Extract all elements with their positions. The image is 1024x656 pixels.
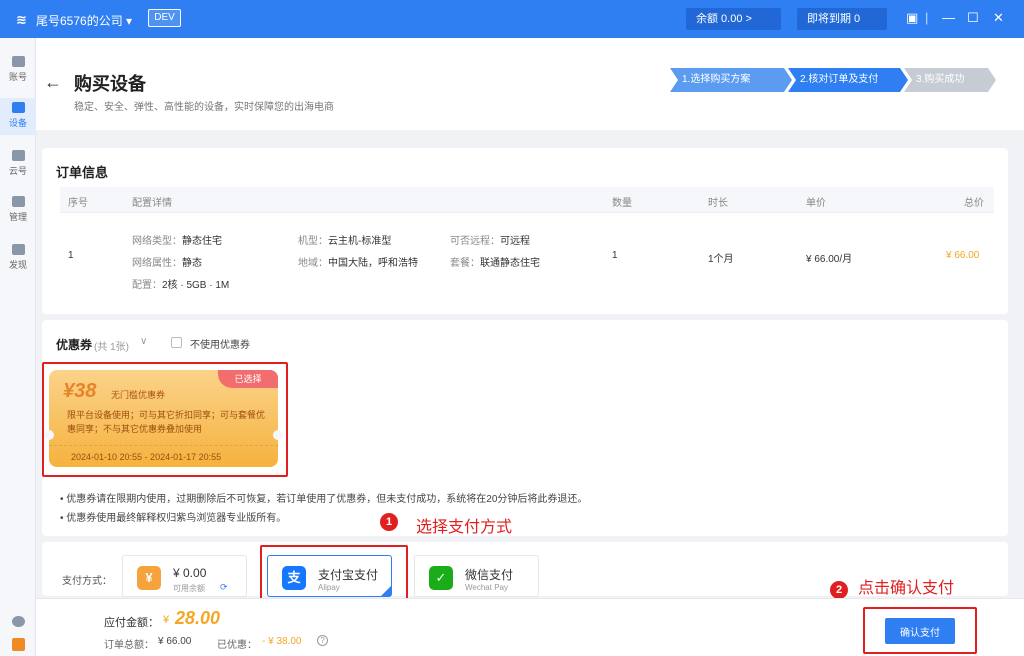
back-button[interactable]: ← <box>44 72 62 93</box>
highlight-box-coupon <box>42 362 288 477</box>
col-qty: 数量 <box>612 198 632 209</box>
pay-wechat-option[interactable]: ✓ 微信支付 Wechat Pay <box>414 555 539 597</box>
device-icon <box>11 102 25 113</box>
payable-currency: ¥ <box>163 614 170 626</box>
step-3: 3.购买成功 <box>904 68 996 92</box>
col-duration: 时长 <box>708 198 728 209</box>
sidebar-item-label: 云号 <box>8 166 27 176</box>
step-2: 2.核对订单及支付 <box>788 68 908 92</box>
pay-wechat-name: 微信支付 <box>465 568 514 582</box>
title-bar: ≋ 尾号6576的公司 ▾ DEV 余额 0.00 > 即将到期 0 ▣ | —… <box>0 0 1024 38</box>
no-coupon-checkbox[interactable] <box>171 337 182 348</box>
sidebar-item-label: 设备 <box>8 118 27 128</box>
balance-label: 余额 0.00 > <box>696 13 752 25</box>
net-type-value: 静态住宅 <box>182 236 222 247</box>
col-config: 配置详情 <box>132 198 172 209</box>
page-header: ← 购买设备 稳定、安全、弹性、高性能的设备，实时保障您的出海电商 1.选择购买… <box>36 38 1024 130</box>
discount-label: 已优惠： <box>217 640 257 651</box>
order-table-header: 序号 配置详情 数量 时长 单价 总价 <box>60 187 994 213</box>
payable-label: 应付金额： <box>104 617 159 629</box>
maximize-button[interactable]: ☐ <box>967 10 979 26</box>
pay-balance-sub: 可用余额 <box>173 584 205 593</box>
model-label: 机型： <box>298 236 328 247</box>
minimize-button[interactable]: — <box>942 10 955 25</box>
net-type-label: 网络类型： <box>132 236 182 247</box>
balance-pill[interactable]: 余额 0.00 > <box>686 8 781 30</box>
discover-icon <box>11 244 25 255</box>
env-badge: DEV <box>148 9 181 27</box>
wallet-icon: ¥ <box>137 566 161 590</box>
coupon-note-1: • 优惠券请在限期内使用，过期删除后不可恢复，若订单使用了优惠券，但未支付成功，… <box>60 494 588 505</box>
titlebar-divider: | <box>925 10 929 25</box>
highlight-box-confirm <box>863 607 977 654</box>
manage-icon <box>11 196 25 207</box>
close-button[interactable]: ✕ <box>993 10 1004 26</box>
expiring-label: 即将到期 0 <box>807 13 861 25</box>
unit-price-value: ¥ 66.00/月 <box>806 254 853 265</box>
settings-icon[interactable] <box>0 616 36 630</box>
gear-icon <box>11 616 25 627</box>
config-value: 2核 · 5GB · 1M <box>162 280 230 291</box>
cloud-icon <box>11 150 25 161</box>
region-value: 中国大陆，呼和浩特 <box>328 258 418 269</box>
sidebar-item-label: 管理 <box>8 212 27 222</box>
col-unit-price: 单价 <box>806 198 826 209</box>
net-attr-value: 静态 <box>182 258 202 269</box>
payable-amount: 28.00 <box>175 608 221 628</box>
sidebar-item-label: 账号 <box>8 72 27 82</box>
refresh-icon[interactable]: ⟳ <box>220 582 228 593</box>
order-total-value: ¥ 66.00 <box>158 636 192 647</box>
highlight-box-alipay <box>260 545 408 603</box>
sidebar-item-device[interactable]: 设备 <box>0 98 36 135</box>
annotation-2-badge: 2 <box>830 581 848 599</box>
duration-value: 1个月 <box>708 254 734 265</box>
help-icon[interactable]: ? <box>317 635 328 646</box>
plan-label: 套餐： <box>450 258 480 269</box>
config-label: 配置： <box>132 280 162 291</box>
coupon-count: (共 1张) <box>94 342 129 353</box>
region-label: 地域： <box>298 258 328 269</box>
sidebar-item-label: 发现 <box>8 260 27 270</box>
col-index: 序号 <box>68 198 88 209</box>
sidebar-item-account[interactable]: 账号 <box>0 56 36 83</box>
order-title: 订单信息 <box>56 165 109 180</box>
total-value: ¥ 66.00 <box>946 250 980 261</box>
pay-wechat-sub: Wechat Pay <box>465 583 508 592</box>
payment-label: 支付方式： <box>62 576 112 587</box>
coupon-title: 优惠券 <box>56 338 93 352</box>
remote-value: 可远程 <box>500 236 530 247</box>
wechat-icon: ✓ <box>429 566 453 590</box>
row-index: 1 <box>68 250 74 261</box>
qty-value: 1 <box>612 250 618 261</box>
chevron-down-icon[interactable]: ∨ <box>140 336 147 347</box>
app-logo-icon: ≋ <box>16 12 27 27</box>
annotation-1-badge: 1 <box>380 513 398 531</box>
discount-value: - ¥ 38.00 <box>262 636 302 647</box>
account-icon <box>11 56 25 67</box>
pay-balance-name: ¥ 0.00 <box>173 566 207 580</box>
col-total: 总价 <box>964 198 984 209</box>
sidebar-item-cloud[interactable]: 云号 <box>0 150 36 177</box>
screenshot-icon[interactable]: ▣ <box>906 10 918 26</box>
no-coupon-label[interactable]: 不使用优惠券 <box>190 336 250 351</box>
annotation-1-text: 选择支付方式 <box>416 519 513 536</box>
help-shield-icon[interactable] <box>0 638 36 654</box>
company-switcher[interactable]: 尾号6576的公司 ▾ <box>36 12 132 29</box>
page-subtitle: 稳定、安全、弹性、高性能的设备，实时保障您的出海电商 <box>74 102 334 113</box>
expiring-pill[interactable]: 即将到期 0 <box>797 8 887 30</box>
page-title: 购买设备 <box>74 74 146 94</box>
shield-icon <box>11 638 25 651</box>
sidebar: 账号 设备 云号 管理 发现 <box>0 38 36 656</box>
order-total-label: 订单总额： <box>104 640 154 651</box>
model-value: 云主机-标准型 <box>328 236 392 247</box>
sidebar-item-discover[interactable]: 发现 <box>0 244 36 271</box>
remote-label: 可否远程： <box>450 236 500 247</box>
net-attr-label: 网络属性： <box>132 258 182 269</box>
coupon-note-2: • 优惠券使用最终解释权归紫鸟浏览器专业版所有。 <box>60 513 287 524</box>
plan-value: 联通静态住宅 <box>480 258 540 269</box>
sidebar-item-manage[interactable]: 管理 <box>0 196 36 223</box>
pay-balance-option[interactable]: ¥ ¥ 0.00 可用余额 ⟳ <box>122 555 247 597</box>
annotation-2-text: 点击确认支付 <box>858 580 955 597</box>
step-1: 1.选择购买方案 <box>670 68 792 92</box>
